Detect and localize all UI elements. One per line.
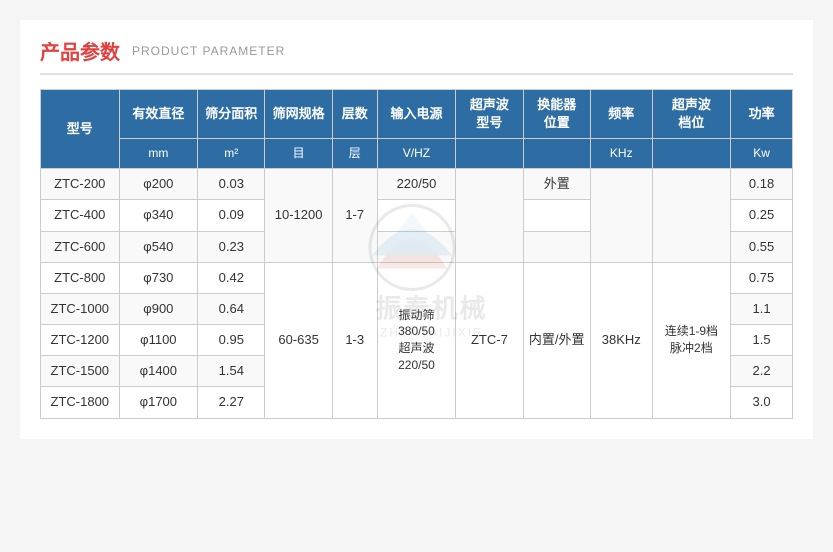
- col-header-power-input: 输入电源: [377, 90, 456, 139]
- col-unit-layer: 层: [332, 139, 377, 169]
- cell-area: 0.09: [198, 200, 265, 231]
- cell-diameter: φ340: [119, 200, 198, 231]
- cell-layer-1: 1-7: [332, 169, 377, 263]
- cell-diameter: φ900: [119, 293, 198, 324]
- table-header-row2: mm m² 目 层 V/HZ KHz Kw: [41, 139, 793, 169]
- cell-diameter: φ200: [119, 169, 198, 200]
- cell-diameter: φ1700: [119, 387, 198, 418]
- cell-power: 3.0: [731, 387, 793, 418]
- col-unit-transducer-model: [456, 139, 523, 169]
- cell-power-input: 220/50: [377, 169, 456, 200]
- cell-power: 0.18: [731, 169, 793, 200]
- cell-transducer-pos: 外置: [523, 169, 590, 200]
- table-header-row1: 型号 有效直径 筛分面积 筛网规格 层数 输入电源 超声波型号 换能器位置 频率…: [41, 90, 793, 139]
- cell-transducer-pos: [523, 231, 590, 262]
- cell-power: 0.25: [731, 200, 793, 231]
- table-wrapper: 振泰机械 ZHENTAIJIXIE 型号 有效直径 筛分面积 筛网规格 层数 输…: [40, 89, 793, 419]
- page-title-zh: 产品参数: [40, 36, 120, 65]
- cell-layer-2: 1-3: [332, 262, 377, 418]
- cell-diameter: φ730: [119, 262, 198, 293]
- cell-freq-2: 38KHz: [590, 262, 652, 418]
- cell-transducer-model: [456, 169, 523, 263]
- col-header-area: 筛分面积: [198, 90, 265, 139]
- table-row: ZTC-200 φ200 0.03 10-1200 1-7 220/50 外置 …: [41, 169, 793, 200]
- col-header-ultrasonic: 超声波档位: [652, 90, 731, 139]
- cell-diameter: φ540: [119, 231, 198, 262]
- cell-area: 0.23: [198, 231, 265, 262]
- cell-model: ZTC-400: [41, 200, 120, 231]
- cell-power: 0.75: [731, 262, 793, 293]
- product-parameter-table: 型号 有效直径 筛分面积 筛网规格 层数 输入电源 超声波型号 换能器位置 频率…: [40, 89, 793, 419]
- cell-transducer-pos: [523, 200, 590, 231]
- cell-model: ZTC-600: [41, 231, 120, 262]
- col-header-power: 功率: [731, 90, 793, 139]
- col-header-freq: 频率: [590, 90, 652, 139]
- col-header-layer: 层数: [332, 90, 377, 139]
- col-header-transducer-pos: 换能器位置: [523, 90, 590, 139]
- col-unit-power-input: V/HZ: [377, 139, 456, 169]
- cell-power: 2.2: [731, 356, 793, 387]
- col-unit-diameter: mm: [119, 139, 198, 169]
- cell-freq: [590, 169, 652, 263]
- cell-model: ZTC-1800: [41, 387, 120, 418]
- page-container: 产品参数 PRODUCT PARAMETER 振泰机械 ZHENTAIJIXIE…: [20, 20, 813, 439]
- cell-area: 0.64: [198, 293, 265, 324]
- cell-power-input: [377, 200, 456, 231]
- cell-diameter: φ1400: [119, 356, 198, 387]
- cell-ultrasonic: [652, 169, 731, 263]
- col-header-model: 型号: [41, 90, 120, 169]
- cell-model: ZTC-1000: [41, 293, 120, 324]
- cell-mesh-1: 10-1200: [265, 169, 332, 263]
- cell-area: 2.27: [198, 387, 265, 418]
- cell-mesh-2: 60-635: [265, 262, 332, 418]
- cell-transducer-model-2: ZTC-7: [456, 262, 523, 418]
- cell-area: 0.95: [198, 325, 265, 356]
- cell-area: 0.42: [198, 262, 265, 293]
- cell-model: ZTC-200: [41, 169, 120, 200]
- page-title-en: PRODUCT PARAMETER: [132, 44, 285, 58]
- cell-power-input-2: 振动筛380/50超声波220/50: [377, 262, 456, 418]
- cell-transducer-pos-2: 内置/外置: [523, 262, 590, 418]
- col-unit-freq: KHz: [590, 139, 652, 169]
- col-header-diameter: 有效直径: [119, 90, 198, 139]
- table-row: ZTC-800 φ730 0.42 60-635 1-3 振动筛380/50超声…: [41, 262, 793, 293]
- col-header-transducer-model: 超声波型号: [456, 90, 523, 139]
- cell-model: ZTC-1500: [41, 356, 120, 387]
- cell-power: 1.5: [731, 325, 793, 356]
- cell-area: 1.54: [198, 356, 265, 387]
- col-unit-power: Kw: [731, 139, 793, 169]
- cell-diameter: φ1100: [119, 325, 198, 356]
- cell-model: ZTC-800: [41, 262, 120, 293]
- cell-power: 1.1: [731, 293, 793, 324]
- col-unit-area: m²: [198, 139, 265, 169]
- col-unit-mesh: 目: [265, 139, 332, 169]
- cell-power-input: [377, 231, 456, 262]
- cell-area: 0.03: [198, 169, 265, 200]
- cell-model: ZTC-1200: [41, 325, 120, 356]
- col-unit-ultrasonic: [652, 139, 731, 169]
- cell-ultrasonic-2: 连续1-9档 脉冲2档: [652, 262, 731, 418]
- page-header: 产品参数 PRODUCT PARAMETER: [40, 36, 793, 75]
- col-unit-transducer-pos: [523, 139, 590, 169]
- cell-power: 0.55: [731, 231, 793, 262]
- col-header-mesh: 筛网规格: [265, 90, 332, 139]
